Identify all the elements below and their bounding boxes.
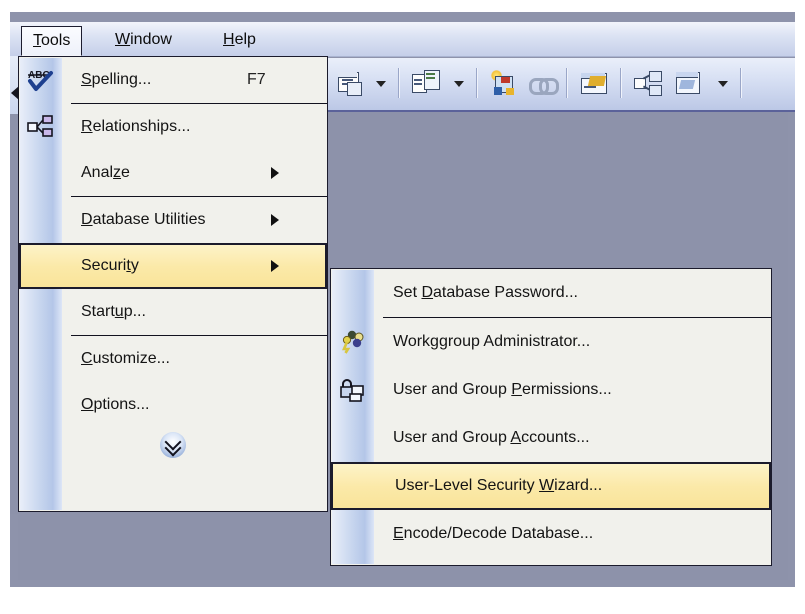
menu-item-set-database-password-label: Set Database Password...	[393, 284, 578, 301]
table-window-icon[interactable]	[336, 70, 366, 98]
menubar-item-help[interactable]: Help	[212, 26, 267, 53]
spelling-abc-check-icon: ABC	[27, 67, 55, 93]
menu-item-database-utilities-label: Database Utilities	[81, 211, 206, 228]
toolbar-separator	[740, 68, 741, 98]
workgroup-key-people-icon	[339, 329, 367, 355]
menu-item-startup-label: Startup...	[81, 303, 146, 320]
menu-item-security[interactable]: Security	[19, 243, 327, 289]
menu-item-workgroup-administrator[interactable]: Workggroup Administrator...	[331, 318, 771, 366]
toolbar-separator	[398, 68, 399, 98]
tools-menu: ABC Spelling... F7 Relationships... Anal…	[18, 56, 328, 512]
database-toolbar	[322, 58, 795, 112]
toolbar-overflow-arrow-icon	[11, 86, 19, 100]
security-submenu: Set Database Password... Workggroup Admi…	[330, 268, 772, 566]
menubar-item-window[interactable]: Window	[104, 26, 183, 53]
menu-item-user-and-group-permissions-label: User and Group Permissions...	[393, 381, 612, 398]
chevron-down-icon[interactable]	[718, 81, 728, 87]
menu-item-encode-decode-database-label: Encode/Decode Database...	[393, 525, 594, 542]
menu-item-user-level-security-wizard[interactable]: User-Level Security Wizard...	[331, 462, 771, 510]
double-chevron-down-icon	[160, 432, 186, 458]
expand-menu-button[interactable]	[19, 428, 327, 462]
relationships-icon	[27, 114, 55, 140]
menu-item-security-label: Security	[81, 257, 139, 274]
menu-item-options-label: Options...	[81, 396, 150, 413]
menu-item-relationships[interactable]: Relationships...	[19, 104, 327, 150]
menu-item-database-utilities[interactable]: Database Utilities	[19, 197, 327, 243]
menubar-item-window-label: indow	[130, 31, 172, 48]
menu-item-user-and-group-accounts-label: User and Group Accounts...	[393, 429, 590, 446]
chevron-down-icon[interactable]	[376, 81, 386, 87]
screenshot-root: Tools Window Help ABC Spelling... F7 Rel…	[0, 0, 805, 614]
menu-item-user-and-group-accounts[interactable]: User and Group Accounts...	[331, 414, 771, 462]
menubar-item-help-mnemonic: H	[223, 31, 235, 48]
menu-item-customize[interactable]: Customize...	[19, 336, 327, 382]
menu-item-set-database-password[interactable]: Set Database Password...	[331, 269, 771, 317]
submenu-arrow-icon	[271, 214, 279, 226]
menu-item-relationships-label: Relationships...	[81, 118, 191, 135]
menu-item-analyze[interactable]: Analze	[19, 150, 327, 196]
submenu-arrow-icon	[271, 167, 279, 179]
analyze-icon[interactable]	[634, 70, 664, 98]
menu-item-encode-decode-database[interactable]: Encode/Decode Database...	[331, 510, 771, 558]
database-window-icon[interactable]	[674, 70, 704, 98]
chevron-down-icon[interactable]	[454, 81, 464, 87]
menubar-item-tools[interactable]: Tools	[21, 26, 83, 56]
menu-item-user-level-security-wizard-label: User-Level Security Wizard...	[395, 477, 603, 494]
code-window-icon[interactable]	[580, 70, 610, 98]
relationships-icon[interactable]	[412, 70, 442, 98]
toolbar-separator	[566, 68, 567, 98]
menu-item-spelling-label: Spelling...	[81, 71, 152, 88]
lock-permissions-icon	[339, 377, 367, 403]
menu-item-workgroup-administrator-label: Workggroup Administrator...	[393, 333, 591, 350]
toolbar-separator	[620, 68, 621, 98]
toolbar-separator	[476, 68, 477, 98]
menubar-item-tools-label: ools	[41, 32, 71, 49]
menu-item-startup[interactable]: Startup...	[19, 289, 327, 335]
menu-item-user-and-group-permissions[interactable]: User and Group Permissions...	[331, 366, 771, 414]
menu-item-options[interactable]: Options...	[19, 382, 327, 428]
menu-item-spelling[interactable]: ABC Spelling... F7	[19, 57, 327, 103]
menu-item-customize-label: Customize...	[81, 350, 170, 367]
hyperlink-icon[interactable]	[528, 70, 559, 98]
menubar-item-tools-mnemonic: T	[33, 32, 41, 49]
menubar-item-help-label: elp	[234, 31, 256, 48]
new-object-icon[interactable]	[490, 70, 520, 98]
submenu-arrow-icon	[271, 260, 279, 272]
menubar-item-window-mnemonic: W	[115, 31, 131, 48]
menu-item-analyze-label: Analze	[81, 164, 130, 181]
menu-item-spelling-accelerator: F7	[247, 71, 266, 88]
